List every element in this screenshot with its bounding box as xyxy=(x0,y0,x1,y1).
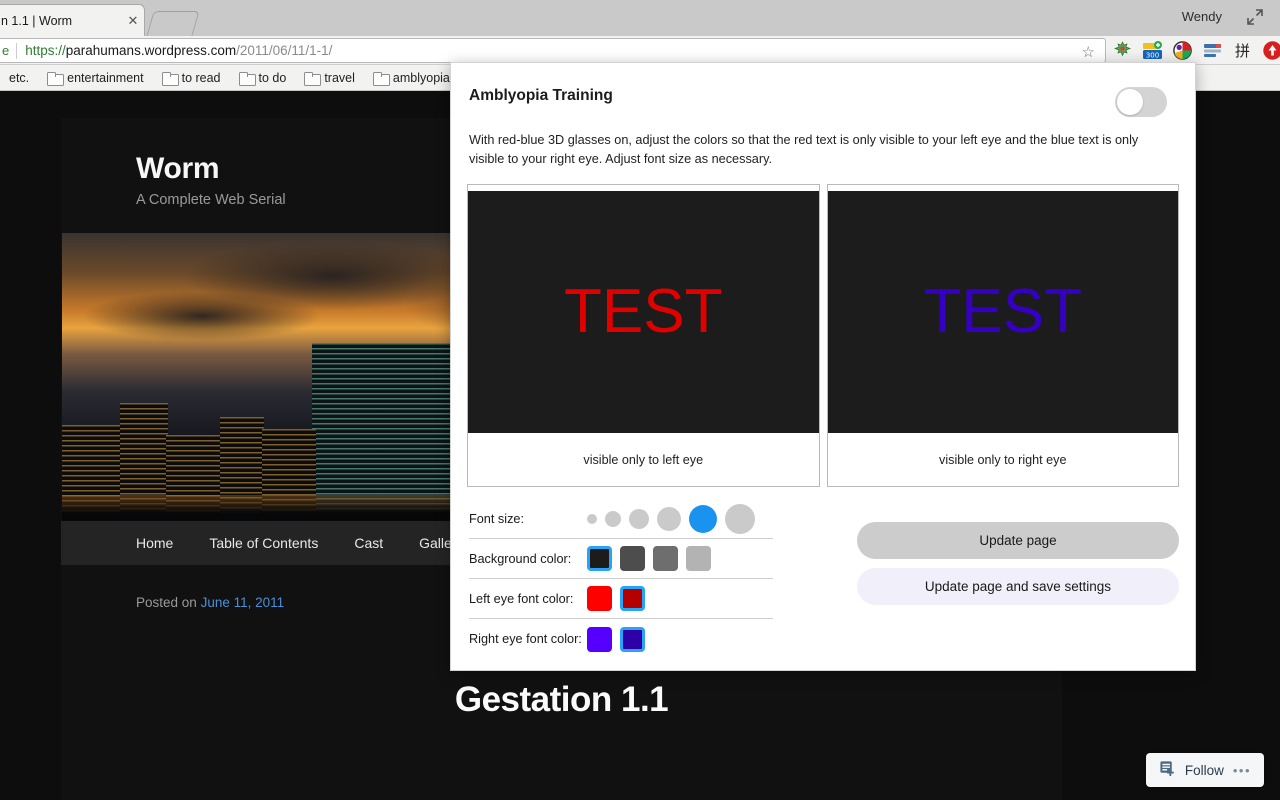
url-host: parahumans.wordpress.com xyxy=(65,43,237,58)
background-color-row: Background color: xyxy=(469,539,773,580)
post-title: Gestation 1.1 xyxy=(454,680,669,719)
font-size-option-5-selected[interactable] xyxy=(689,504,717,533)
dialog-actions: Update page Update page and save setting… xyxy=(857,522,1179,605)
browser-window: n 1.1 | Worm ✕ Wendy e https://parahuman… xyxy=(0,0,1280,800)
left-eye-font-color-label: Left eye font color: xyxy=(469,591,574,606)
font-size-label: Font size: xyxy=(469,511,524,526)
font-size-option-4[interactable] xyxy=(657,506,681,531)
right-eye-preview-stage: TEST xyxy=(827,191,1178,434)
update-page-button[interactable]: Update page xyxy=(857,522,1179,559)
enable-toggle[interactable] xyxy=(1115,87,1167,117)
tab-title: n 1.1 | Worm xyxy=(1,13,73,28)
follow-icon xyxy=(1159,760,1176,780)
left-eye-font-color-row: Left eye font color: xyxy=(469,579,773,620)
url-scheme: https:// xyxy=(25,43,66,58)
pinyin-extension-icon[interactable]: 拼 xyxy=(1232,40,1253,61)
bookmark-300-icon[interactable]: 300 xyxy=(1142,40,1163,61)
bookmark-item[interactable]: entertainment xyxy=(38,70,152,86)
left-eye-preview-stage: TEST xyxy=(468,191,819,434)
amblyopia-palette-icon[interactable] xyxy=(1172,40,1193,61)
close-icon[interactable]: ✕ xyxy=(122,14,144,27)
right-eye-font-color-option-2-selected[interactable] xyxy=(620,626,645,652)
bookmark-label: amblyopia xyxy=(392,70,450,85)
bookmark-item[interactable]: to read xyxy=(153,70,230,86)
browser-tab[interactable]: n 1.1 | Worm ✕ xyxy=(0,4,145,36)
address-bar[interactable]: e https://parahumans.wordpress.com/2011/… xyxy=(0,38,1106,63)
background-color-option-2[interactable] xyxy=(620,546,645,572)
new-tab-button[interactable] xyxy=(146,11,200,36)
background-color-label: Background color: xyxy=(469,551,572,566)
url-path: /2011/06/11/1-1/ xyxy=(236,43,333,58)
background-color-option-4[interactable] xyxy=(686,546,711,572)
right-eye-font-color-options xyxy=(587,626,645,652)
background-color-option-3[interactable] xyxy=(653,546,678,572)
bookmark-label: entertainment xyxy=(67,70,144,85)
bookmark-item[interactable]: to do xyxy=(230,70,296,86)
profile-name[interactable]: Wendy xyxy=(1182,9,1222,24)
security-indicator: e xyxy=(2,43,10,58)
bookmark-item[interactable]: travel xyxy=(295,70,364,86)
font-size-option-6[interactable] xyxy=(725,503,755,534)
font-size-option-1[interactable] xyxy=(587,513,597,524)
posted-on-label: Posted on xyxy=(136,595,197,610)
follow-more-icon[interactable]: ••• xyxy=(1233,763,1251,778)
right-eye-preview-panel: TEST visible only to right eye xyxy=(826,184,1179,488)
restore-window-icon[interactable] xyxy=(1246,8,1264,26)
url-text: https://parahumans.wordpress.com/2011/06… xyxy=(25,43,332,58)
left-eye-font-color-option-1[interactable] xyxy=(587,586,612,612)
settings-list: Font size: Background color: Left eye fo… xyxy=(451,487,791,659)
url-bar-row: e https://parahumans.wordpress.com/2011/… xyxy=(0,36,1280,65)
bookmark-item[interactable]: etc. xyxy=(0,71,38,85)
nav-item-home[interactable]: Home xyxy=(136,535,173,551)
nav-item-cast[interactable]: Cast xyxy=(354,535,383,551)
dialog-description: With red-blue 3D glasses on, adjust the … xyxy=(469,133,1139,166)
right-eye-font-color-option-1[interactable] xyxy=(587,626,612,652)
background-color-option-1-selected[interactable] xyxy=(587,546,612,572)
folder-icon xyxy=(372,71,390,86)
dialog-header: Amblyopia Training xyxy=(451,63,1195,117)
reader-extension-icon[interactable] xyxy=(1202,40,1223,61)
svg-text:拼: 拼 xyxy=(1235,42,1250,60)
right-eye-preview-text: TEST xyxy=(923,277,1082,347)
follow-label: Follow xyxy=(1184,762,1224,778)
left-eye-preview-panel: TEST visible only to left eye xyxy=(467,184,820,488)
star-icon[interactable]: ☆ xyxy=(1082,43,1095,61)
update-page-and-save-settings-button[interactable]: Update page and save settings xyxy=(857,568,1179,605)
right-eye-caption: visible only to right eye xyxy=(939,452,1067,467)
font-size-option-3[interactable] xyxy=(629,508,649,529)
amblyopia-training-dialog: Amblyopia Training With red-blue 3D glas… xyxy=(450,62,1196,671)
follow-button[interactable]: Follow ••• xyxy=(1145,753,1264,787)
left-eye-font-color-option-2-selected[interactable] xyxy=(620,586,645,612)
tab-strip: n 1.1 | Worm ✕ Wendy xyxy=(0,0,1280,36)
right-eye-font-color-row: Right eye font color: xyxy=(469,619,773,659)
font-size-row: Font size: xyxy=(469,499,773,540)
left-eye-caption: visible only to left eye xyxy=(583,452,704,467)
bookmark-label: etc. xyxy=(9,70,30,85)
folder-icon xyxy=(238,71,256,86)
dialog-title: Amblyopia Training xyxy=(469,87,613,104)
pocket-extension-icon[interactable] xyxy=(1262,40,1280,61)
extension-toolbar: 300 拼 xyxy=(1112,39,1280,62)
bookmark-label: travel xyxy=(324,70,355,85)
bookmark-label: to do xyxy=(258,70,287,85)
right-eye-font-color-label: Right eye font color: xyxy=(469,632,582,647)
url-divider xyxy=(16,42,18,59)
left-eye-font-color-options xyxy=(587,586,645,612)
puzzle-extension-icon[interactable] xyxy=(1112,40,1133,61)
folder-icon xyxy=(304,71,322,86)
bookmark-label: to read xyxy=(181,70,221,85)
font-size-option-2[interactable] xyxy=(605,510,621,527)
bookmark-item[interactable]: amblyopia xyxy=(364,70,459,86)
nav-item-table-of-contents[interactable]: Table of Contents xyxy=(209,535,318,551)
left-eye-preview-text: TEST xyxy=(564,277,723,347)
post-date-link[interactable]: June 11, 2011 xyxy=(201,595,285,610)
folder-icon xyxy=(161,71,179,86)
svg-text:300: 300 xyxy=(1146,51,1159,59)
folder-icon xyxy=(47,71,65,86)
background-color-options xyxy=(587,546,711,572)
preview-panels: TEST visible only to left eye TEST visib… xyxy=(451,168,1195,488)
font-size-options xyxy=(587,503,755,534)
toggle-knob xyxy=(1117,89,1143,115)
